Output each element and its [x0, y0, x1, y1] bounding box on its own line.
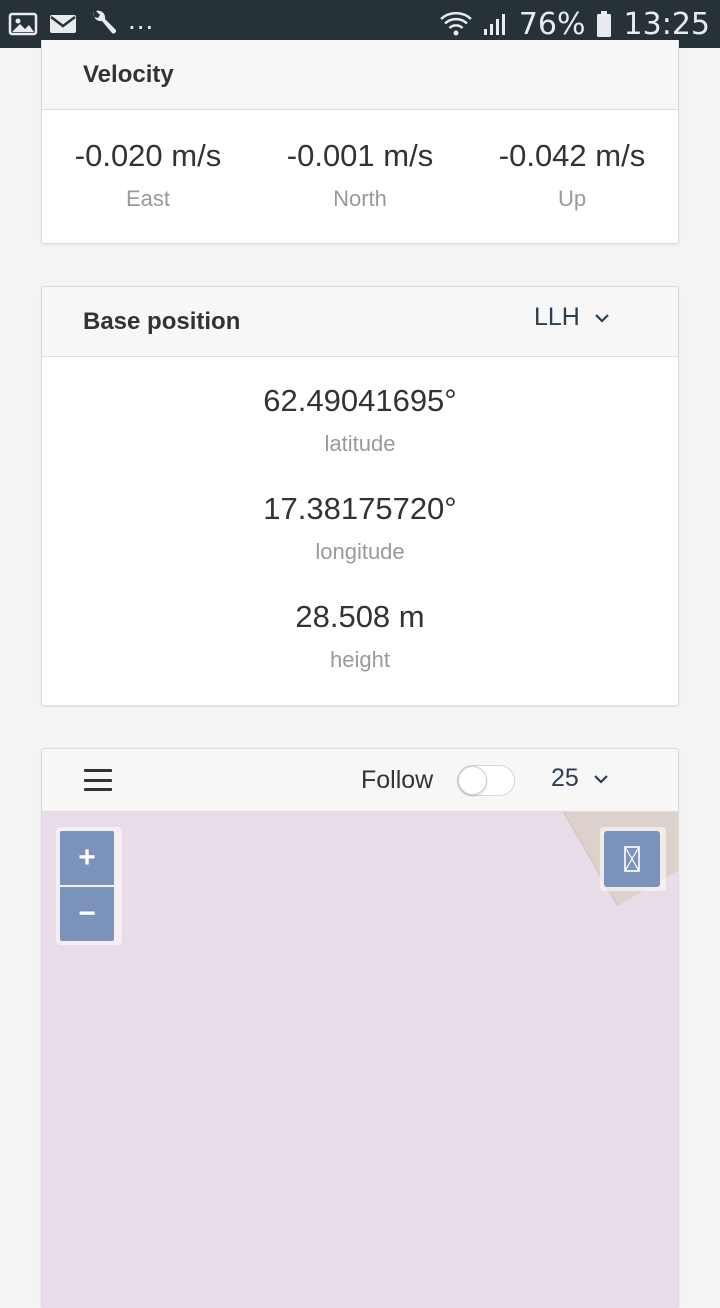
base-position-header: Base position LLH — [42, 287, 678, 357]
fullscreen-button[interactable] — [604, 831, 660, 887]
velocity-north-label: North — [333, 186, 387, 211]
notification-overflow: ... — [128, 4, 155, 35]
velocity-north: -0.001 m/s North — [254, 110, 466, 243]
height-value: 28.508 m — [295, 599, 425, 634]
base-position-card: Base position LLH 62.49041695° latitude … — [41, 286, 679, 706]
chevron-down-icon — [594, 313, 610, 323]
height-item: 28.508 m height — [42, 599, 678, 705]
velocity-up-value: -0.042 m/s — [498, 138, 646, 173]
velocity-east: -0.020 m/s East — [42, 110, 254, 243]
mail-icon — [48, 12, 78, 36]
zoom-level-select[interactable]: 25 — [551, 764, 609, 793]
clock: 13:25 — [623, 6, 710, 42]
status-bar-left: ... — [8, 4, 154, 38]
map-view[interactable]: + − — [42, 812, 678, 1308]
velocity-up: -0.042 m/s Up — [466, 110, 678, 243]
height-label: height — [330, 647, 390, 672]
wrench-icon — [88, 10, 118, 38]
wifi-icon — [439, 10, 473, 38]
image-icon — [8, 11, 38, 37]
velocity-east-label: East — [125, 186, 171, 211]
latitude-item: 62.49041695° latitude — [42, 383, 678, 491]
coordinate-format-select[interactable]: LLH — [534, 303, 610, 332]
velocity-card: Velocity -0.020 m/s East -0.001 m/s Nort… — [41, 40, 679, 244]
follow-toggle-knob — [458, 766, 487, 795]
velocity-north-value: -0.001 m/s — [286, 138, 434, 173]
map-card: Follow 25 + − — [41, 748, 679, 1308]
latitude-value: 62.49041695° — [263, 383, 457, 418]
chevron-down-icon — [593, 774, 609, 784]
zoom-out-button[interactable]: − — [60, 887, 114, 941]
longitude-item: 17.38175720° longitude — [42, 491, 678, 599]
base-position-values: 62.49041695° latitude 17.38175720° longi… — [42, 357, 678, 705]
velocity-header: Velocity — [42, 40, 678, 110]
status-bar-right: 76% 13:25 — [439, 7, 710, 42]
battery-icon — [596, 10, 612, 38]
map-toolbar: Follow 25 — [42, 749, 678, 812]
signal-icon — [483, 11, 509, 37]
follow-toggle[interactable] — [457, 765, 515, 796]
follow-label: Follow — [361, 766, 434, 794]
velocity-values: -0.020 m/s East -0.001 m/s North -0.042 … — [42, 110, 678, 243]
velocity-up-label: Up — [557, 186, 587, 211]
zoom-in-button[interactable]: + — [60, 831, 114, 885]
longitude-label: longitude — [315, 539, 405, 564]
velocity-title: Velocity — [83, 60, 174, 88]
zoom-level-value: 25 — [551, 764, 579, 792]
longitude-value: 17.38175720° — [263, 491, 457, 526]
coordinate-format-value: LLH — [534, 303, 580, 331]
latitude-label: latitude — [324, 431, 396, 456]
menu-icon[interactable] — [84, 769, 112, 791]
fullscreen-control — [600, 827, 666, 891]
velocity-east-value: -0.020 m/s — [74, 138, 222, 173]
battery-percentage: 76% — [518, 6, 586, 42]
fullscreen-icon — [623, 845, 641, 873]
base-position-title: Base position — [83, 307, 241, 335]
zoom-controls: + − — [56, 827, 122, 945]
